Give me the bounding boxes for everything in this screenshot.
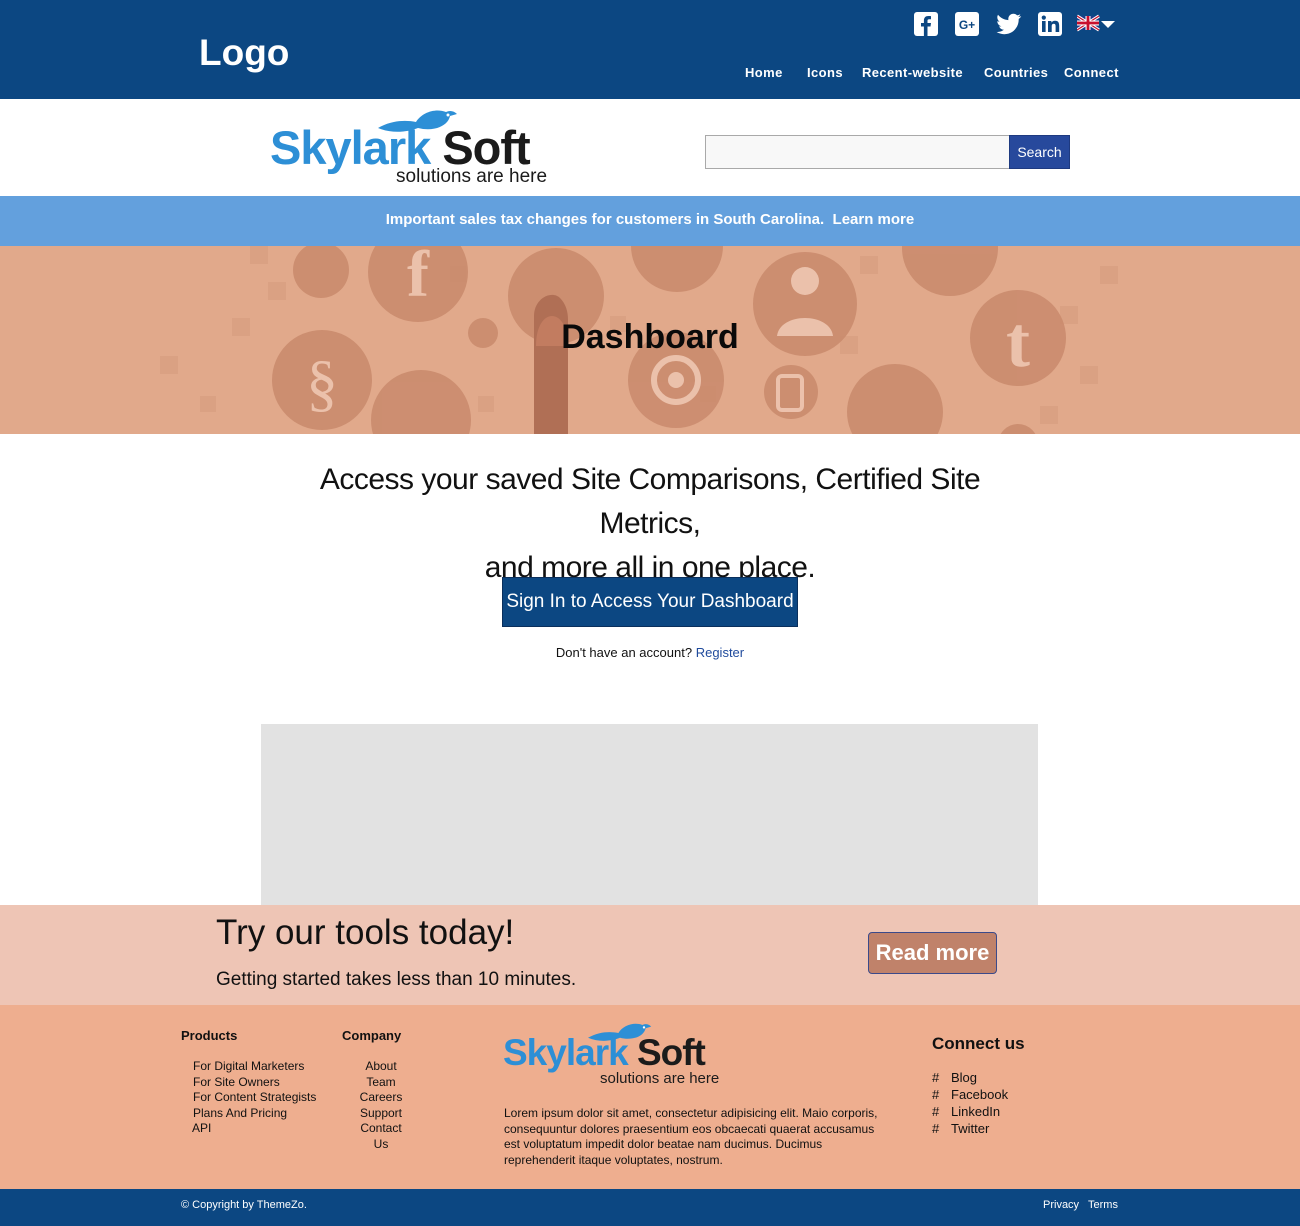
footer-link-content-strategists[interactable]: For Content Strategists	[193, 1090, 316, 1106]
svg-text:f: f	[407, 246, 430, 311]
no-account-text: Don't have an account?	[555, 645, 693, 660]
connect-link-facebook-label: Facebook	[951, 1087, 1009, 1102]
twitter-icon[interactable]	[996, 11, 1022, 37]
logo[interactable]: Logo	[199, 32, 289, 74]
hero-banner: f t § Dashboard	[0, 246, 1300, 434]
terms-link[interactable]: Terms	[1088, 1199, 1118, 1211]
footer-link-careers[interactable]: Careers	[355, 1090, 407, 1106]
connect-link-facebook[interactable]: # Facebook	[932, 1086, 1008, 1103]
cta-band: Try our tools today! Getting started tak…	[0, 905, 1300, 1005]
brand-logo[interactable]: Skylark Soft solutions are here	[270, 106, 555, 190]
connect-link-linkedin-label: LinkedIn	[951, 1104, 1001, 1119]
uk-flag-icon	[1076, 14, 1100, 32]
connect-link-blog[interactable]: # Blog	[932, 1069, 1008, 1086]
footer-brand-name-sky: Skylark	[503, 1032, 629, 1073]
search-button[interactable]: Search	[1009, 135, 1070, 169]
search-input[interactable]	[705, 135, 1010, 169]
footer-link-support[interactable]: Support	[355, 1106, 407, 1122]
footer-link-team[interactable]: Team	[355, 1075, 407, 1091]
footer-link-about[interactable]: About	[355, 1059, 407, 1075]
svg-text:G+: G+	[959, 18, 975, 32]
learn-more-link[interactable]: Learn more	[833, 211, 915, 228]
cta-title: Try our tools today!	[216, 913, 515, 952]
nav-icons[interactable]: Icons	[807, 65, 843, 80]
footer-products-heading: Products	[181, 1028, 238, 1043]
brand-tagline: solutions are here	[396, 166, 548, 187]
nav-recent-website[interactable]: Recent-website	[862, 65, 963, 80]
nav-countries[interactable]: Countries	[984, 65, 1048, 80]
content-placeholder	[261, 724, 1038, 906]
footer-brand-tagline: solutions are here	[600, 1070, 720, 1087]
footer-company-list: About Team Careers Support Contact Us	[355, 1059, 407, 1153]
notice-text: Important sales tax changes for customer…	[385, 211, 825, 228]
page-title: Dashboard	[561, 318, 739, 356]
register-link[interactable]: Register	[696, 645, 744, 660]
google-plus-icon[interactable]: G+	[954, 11, 980, 37]
connect-link-blog-label: Blog	[951, 1070, 978, 1085]
nav-home[interactable]: Home	[745, 65, 783, 80]
lead-line-1: Access your saved Site Comparisons, Cert…	[319, 463, 981, 540]
facebook-icon[interactable]	[913, 11, 939, 37]
register-prompt: Don't have an account? Register	[0, 645, 1300, 660]
connect-link-linkedin[interactable]: # LinkedIn	[932, 1103, 1008, 1120]
sign-in-button[interactable]: Sign In to Access Your Dashboard	[502, 577, 798, 627]
footer-link-plans-pricing[interactable]: Plans And Pricing	[193, 1106, 316, 1122]
notice-banner: Important sales tax changes for customer…	[0, 196, 1300, 246]
copyright: © Copyright by ThemeZo.	[181, 1199, 307, 1211]
cta-subtitle: Getting started takes less than 10 minut…	[216, 969, 577, 990]
footer-link-digital-marketers[interactable]: For Digital Marketers	[193, 1059, 316, 1075]
footer-connect-list: # Blog # Facebook # LinkedIn # Twitter	[932, 1069, 1008, 1137]
footer-link-contact[interactable]: Contact Us	[355, 1121, 407, 1152]
footer-company-heading: Company	[342, 1028, 402, 1043]
linkedin-icon[interactable]	[1037, 11, 1063, 37]
chevron-down-icon	[1101, 21, 1115, 28]
hash-icon: #	[932, 1121, 940, 1136]
hash-icon: #	[932, 1104, 940, 1119]
language-selector[interactable]	[1076, 14, 1117, 34]
footer-brand-name-soft: Soft	[636, 1032, 706, 1073]
footer-products-list: For Digital Marketers For Site Owners Fo…	[192, 1059, 316, 1137]
connect-link-twitter-label: Twitter	[951, 1121, 990, 1136]
footer-link-site-owners[interactable]: For Site Owners	[193, 1075, 316, 1091]
connect-link-twitter[interactable]: # Twitter	[932, 1120, 1008, 1137]
hash-icon: #	[932, 1070, 940, 1085]
footer-link-api[interactable]: API	[192, 1121, 316, 1137]
nav-connect[interactable]: Connect	[1064, 65, 1119, 80]
footer-description: Lorem ipsum dolor sit amet, consectetur …	[504, 1106, 878, 1167]
hash-icon: #	[932, 1087, 940, 1102]
read-more-button[interactable]: Read more	[868, 932, 997, 974]
footer-brand-name: Skylark Soft	[503, 1032, 706, 1074]
svg-text:§: §	[306, 347, 338, 418]
footer-connect-heading: Connect us	[932, 1034, 1025, 1053]
lead-text: Access your saved Site Comparisons, Cert…	[300, 458, 1000, 590]
privacy-link[interactable]: Privacy	[1043, 1199, 1079, 1211]
footer-brand-logo[interactable]: Skylark Soft solutions are here	[503, 1020, 728, 1090]
